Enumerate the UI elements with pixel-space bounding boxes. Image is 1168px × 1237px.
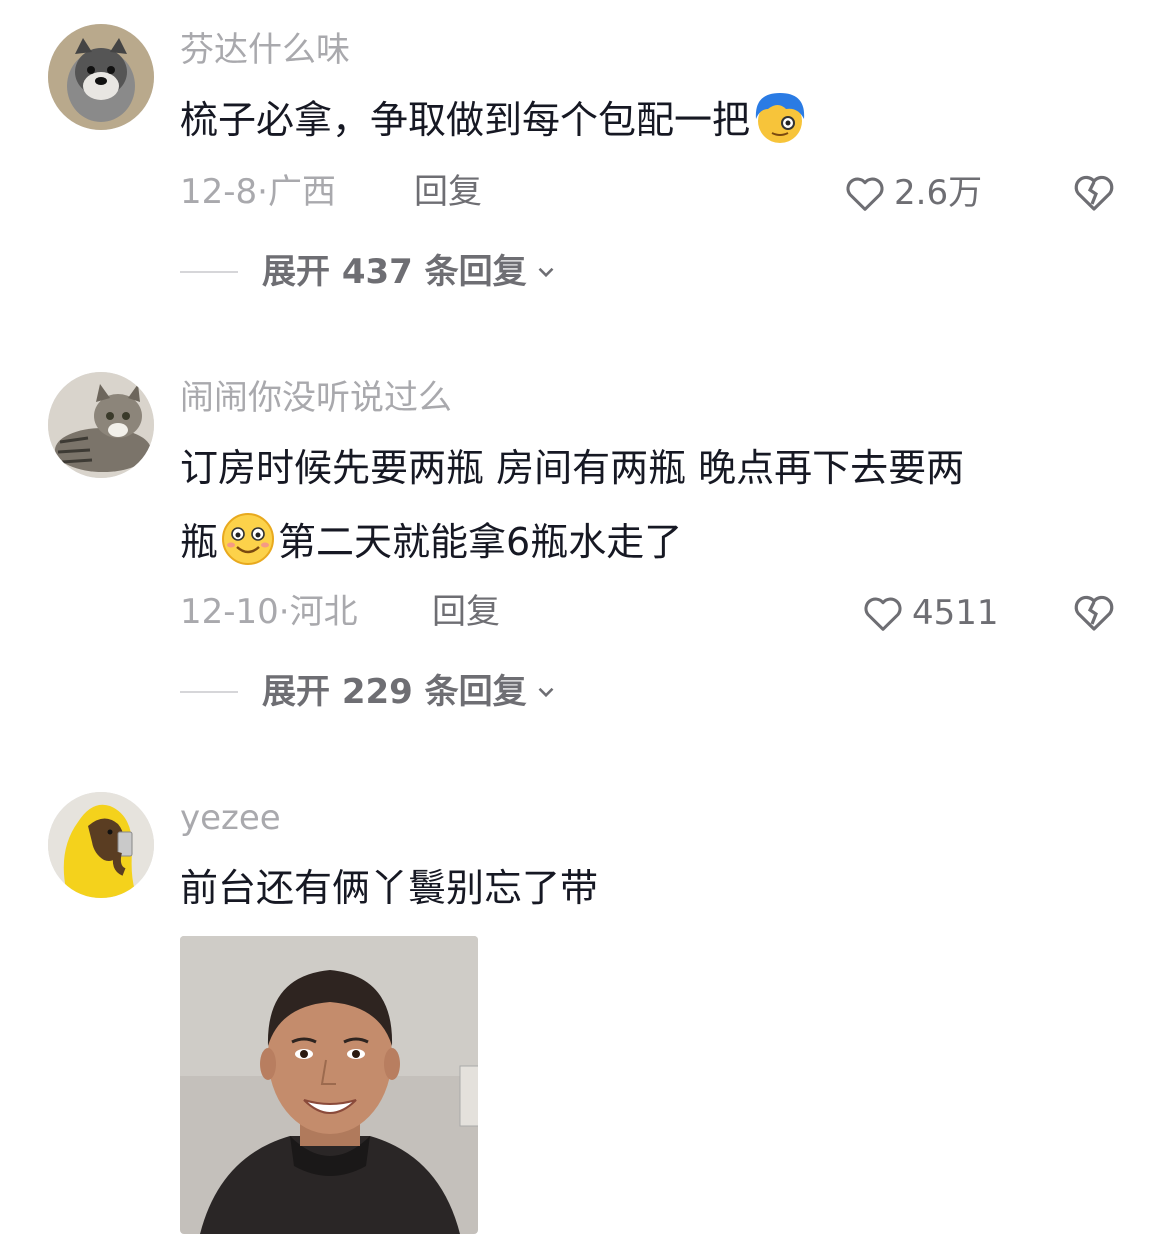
reply-button[interactable]: 回复 — [432, 592, 500, 632]
divider-line — [180, 271, 238, 273]
blue-hair-face-emoji-icon — [750, 87, 810, 147]
comment-username[interactable]: 芬达什么味 — [180, 30, 350, 70]
chevron-down-icon — [538, 687, 554, 698]
like-button[interactable]: 2.6万 — [842, 170, 982, 216]
comment-image-man-smiling[interactable] — [180, 936, 478, 1234]
comment-date-location: 12-8·广西 — [180, 172, 336, 212]
comment-text: 梳子必拿，争取做到每个包配一把 — [180, 84, 810, 156]
comment-text-line: 瓶 第二天就能拿6瓶水走了 — [180, 506, 682, 578]
broken-heart-icon[interactable] — [1070, 588, 1118, 636]
comment-text: 前台还有俩丫鬟别忘了带 — [180, 866, 599, 910]
expand-replies-button[interactable]: 展开 229 条回复 — [180, 672, 559, 712]
comment-text-line: 订房时候先要两瓶 房间有两瓶 晚点再下去要两 — [180, 446, 965, 490]
divider-line — [180, 691, 238, 693]
comment-text-content: 瓶 — [180, 520, 219, 564]
avatar-dog[interactable] — [48, 24, 154, 130]
expand-replies-label: 展开 229 条回复 — [262, 672, 527, 712]
comment-username[interactable]: yezee — [180, 798, 281, 838]
avatar-cat[interactable] — [48, 372, 154, 478]
smiling-face-emoji-icon — [218, 509, 278, 569]
chevron-down-icon — [538, 267, 554, 278]
comment-text-content: 梳子必拿，争取做到每个包配一把 — [180, 98, 751, 142]
heart-icon — [846, 177, 884, 211]
reply-button[interactable]: 回复 — [414, 172, 482, 212]
comment-text-content: 第二天就能拿6瓶水走了 — [278, 520, 683, 564]
heart-icon — [864, 597, 902, 631]
broken-heart-icon[interactable] — [1070, 168, 1118, 216]
expand-replies-label: 展开 437 条回复 — [262, 252, 527, 292]
comment-date-location: 12-10·河北 — [180, 592, 358, 632]
comment-username[interactable]: 闹闹你没听说过么 — [180, 378, 452, 418]
like-button[interactable]: 4511 — [860, 590, 999, 636]
like-count: 2.6万 — [894, 173, 983, 213]
like-count: 4511 — [912, 593, 999, 633]
avatar-banana-horse[interactable] — [48, 792, 154, 898]
expand-replies-button[interactable]: 展开 437 条回复 — [180, 252, 559, 292]
